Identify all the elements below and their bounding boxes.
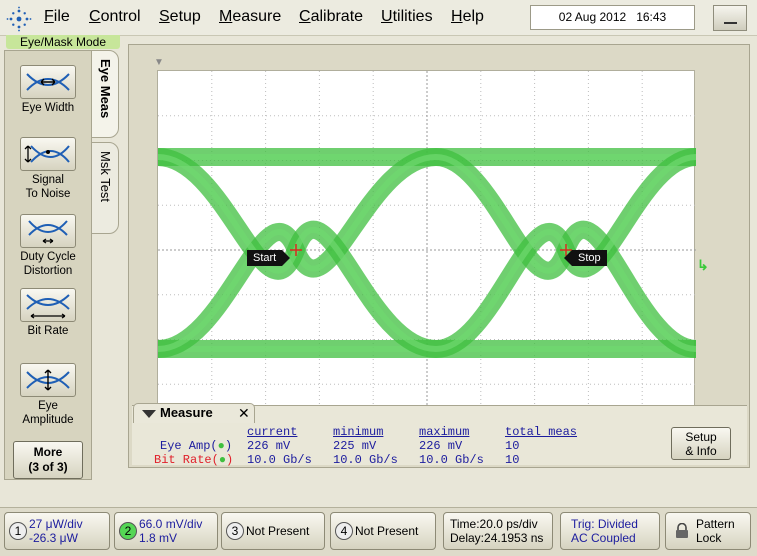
trigger-source: Trig: Divided — [571, 517, 638, 531]
channel-2-offset: 1.8 mV — [139, 531, 178, 545]
pattern-lock-line1: Pattern — [696, 517, 735, 531]
setup-label-line2: & Info — [685, 444, 717, 458]
more-label-line1: More — [33, 445, 63, 459]
bit-rate-minimum: 10.0 Gb/s — [333, 453, 398, 467]
signal-label-line2: To Noise — [25, 188, 71, 200]
channel-4-number: 4 — [335, 522, 353, 540]
channel-3-status: Not Present — [246, 524, 310, 538]
tab-eye-meas[interactable]: Eye Meas — [91, 50, 119, 138]
measurement-toolbar: Eye Width Signal To Noise Duty Cycle Dis… — [4, 50, 92, 480]
bit-rate-total: 10 — [505, 453, 520, 467]
eye-amplitude-label-line2: Amplitude — [22, 414, 74, 426]
duty-cycle-label-line1: Duty Cycle — [20, 251, 76, 263]
channel-4-button[interactable]: 4 Not Present — [330, 512, 436, 550]
channel-1-button[interactable]: 1 27 μW/div -26.3 μW — [4, 512, 110, 550]
more-button[interactable]: More (3 of 3) — [13, 441, 83, 479]
bit-rate-maximum: 10.0 Gb/s — [419, 453, 484, 467]
pattern-lock-button[interactable]: Pattern Lock — [665, 512, 751, 550]
trigger-button[interactable]: Trig: Divided AC Coupled — [560, 512, 660, 550]
header-total: total meas — [505, 425, 578, 439]
menu-calibrate[interactable]: Calibrate — [299, 8, 363, 26]
date-time-display: 02 Aug 2012 16:43 — [530, 5, 695, 30]
channel-2-button[interactable]: 2 66.0 mV/div 1.8 mV — [114, 512, 218, 550]
channel-4-status: Not Present — [355, 524, 419, 538]
top-marker-icon: ▼ — [154, 57, 164, 68]
agilent-logo-icon — [6, 6, 32, 32]
eye-width-label: Eye Width — [21, 102, 75, 114]
row-name: Bit Rate( — [154, 453, 219, 467]
bit-rate-current: 10.0 Gb/s — [247, 453, 312, 467]
bit-rate-button[interactable]: Bit Rate — [13, 288, 83, 338]
eye-diagram-plot[interactable] — [157, 70, 696, 429]
menu-setup[interactable]: Setup — [159, 8, 201, 26]
setup-info-button[interactable]: Setup & Info — [671, 427, 731, 460]
signal-to-noise-button[interactable]: Signal To Noise — [13, 137, 83, 201]
eye-amplitude-button[interactable]: Eye Amplitude — [13, 363, 83, 427]
eye-amp-minimum: 225 mV — [333, 439, 377, 453]
time-text: 16:43 — [636, 10, 667, 24]
stop-marker[interactable]: Stop — [564, 250, 607, 266]
start-marker[interactable]: Start — [247, 250, 291, 266]
measure-tab[interactable]: Measure ✕ — [133, 403, 255, 423]
eye-width-icon — [20, 65, 76, 99]
more-label-line2: (3 of 3) — [28, 460, 68, 474]
eye-diagram-svg — [158, 71, 696, 429]
eye-amplitude-icon — [20, 363, 76, 397]
measure-title: Measure — [160, 405, 213, 420]
trigger-level-icon[interactable]: ↳ — [697, 257, 709, 274]
channel-2-scale: 66.0 mV/div — [139, 517, 203, 531]
channel-1-number: 1 — [9, 522, 27, 540]
bit-rate-icon — [20, 288, 76, 322]
header-maximum: maximum — [419, 425, 470, 439]
timebase-button[interactable]: Time:20.0 ps/div Delay:24.1953 ns — [443, 512, 553, 550]
eye-amp-total: 10 — [505, 439, 520, 453]
eye-amp-maximum: 226 mV — [419, 439, 463, 453]
channel-3-button[interactable]: 3 Not Present — [221, 512, 325, 550]
tab-msk-test[interactable]: Msk Test — [91, 142, 119, 234]
header-minimum: minimum — [333, 425, 384, 439]
minimize-button[interactable] — [713, 5, 747, 31]
measure-row-eye-amp[interactable]: Eye Amp(●) — [160, 439, 232, 453]
signal-to-noise-icon — [20, 137, 76, 171]
header-current: current — [247, 425, 298, 439]
measure-row-bit-rate[interactable]: Bit Rate(●) — [154, 453, 233, 467]
timebase-delay: Delay:24.1953 ns — [450, 531, 544, 545]
channel-3-number: 3 — [226, 522, 244, 540]
setup-label-line1: Setup — [685, 430, 717, 444]
channel-1-scale: 27 μW/div — [29, 517, 83, 531]
timebase-scale: Time:20.0 ps/div — [450, 517, 538, 531]
menu-measure[interactable]: Measure — [219, 8, 281, 26]
bit-rate-label: Bit Rate — [27, 325, 69, 337]
channel-2-number: 2 — [119, 522, 137, 540]
lock-icon — [676, 523, 688, 538]
trigger-coupling: AC Coupled — [571, 531, 636, 545]
channel-dot-icon: ● — [217, 439, 225, 453]
eye-amplitude-label-line1: Eye — [38, 400, 58, 412]
mode-label: Eye/Mask Mode — [6, 35, 120, 49]
menu-help[interactable]: Help — [451, 8, 484, 26]
close-measure-icon[interactable]: ✕ — [238, 404, 250, 422]
signal-label-line1: Signal — [32, 174, 64, 186]
duty-cycle-distortion-button[interactable]: Duty Cycle Distortion — [13, 214, 83, 278]
channel-dot-icon: ● — [218, 453, 227, 467]
collapse-triangle-icon[interactable] — [142, 410, 156, 418]
menu-bar: File Control Setup Measure Calibrate Uti… — [0, 0, 757, 36]
pattern-lock-line2: Lock — [696, 531, 722, 545]
eye-width-button[interactable]: Eye Width — [13, 65, 83, 115]
duty-cycle-icon — [20, 214, 76, 248]
date-text: 02 Aug 2012 — [558, 10, 627, 24]
eye-amp-current: 226 mV — [247, 439, 291, 453]
menu-utilities[interactable]: Utilities — [381, 8, 433, 26]
duty-cycle-label-line2: Distortion — [23, 265, 73, 277]
channel-1-offset: -26.3 μW — [29, 531, 78, 545]
menu-file[interactable]: File — [44, 8, 70, 26]
menu-control[interactable]: Control — [89, 8, 141, 26]
row-name: Eye Amp( — [160, 439, 218, 453]
